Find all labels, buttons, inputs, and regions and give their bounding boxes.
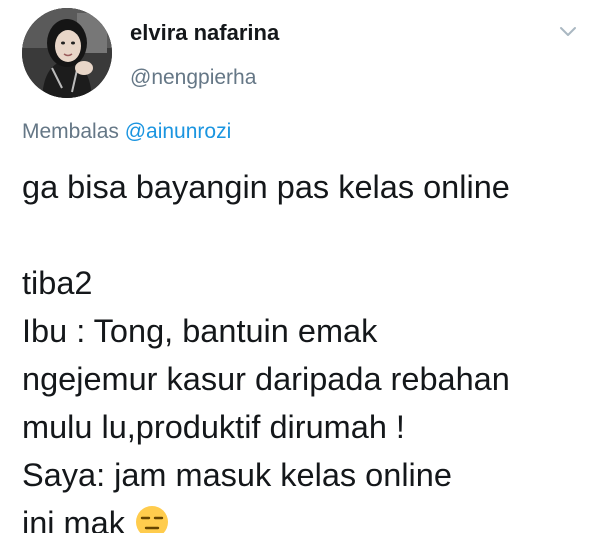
tweet-header: elvira nafarina @nengpierha bbox=[22, 8, 582, 100]
chevron-down-icon[interactable] bbox=[558, 24, 578, 40]
tweet-line-text: ini mak bbox=[22, 505, 125, 533]
tweet-line: mulu lu,produktif dirumah ! bbox=[22, 409, 405, 445]
reply-mention-link[interactable]: @ainunrozi bbox=[125, 120, 232, 143]
tweet-card: elvira nafarina @nengpierha Membalas @ai… bbox=[0, 0, 600, 533]
tweet-line: tiba2 bbox=[22, 265, 93, 301]
avatar[interactable] bbox=[22, 8, 112, 98]
tweet-line: ngejemur kasur daripada rebahan bbox=[22, 361, 510, 397]
reply-context: Membalas @ainunrozi bbox=[22, 120, 231, 144]
expressionless-face-icon bbox=[135, 504, 169, 533]
tweet-line: ga bisa bayangin pas kelas online bbox=[22, 169, 510, 205]
tweet-line: Ibu : Tong, bantuin emak bbox=[22, 313, 378, 349]
avatar-photo bbox=[22, 8, 112, 98]
tweet-text: ga bisa bayangin pas kelas online tiba2 … bbox=[22, 163, 592, 533]
display-name[interactable]: elvira nafarina bbox=[130, 20, 279, 46]
reply-prefix: Membalas bbox=[22, 120, 119, 143]
tweet-line: Saya: jam masuk kelas online bbox=[22, 457, 452, 493]
tweet-line-last: ini mak bbox=[22, 499, 592, 533]
username-handle[interactable]: @nengpierha bbox=[130, 66, 256, 90]
